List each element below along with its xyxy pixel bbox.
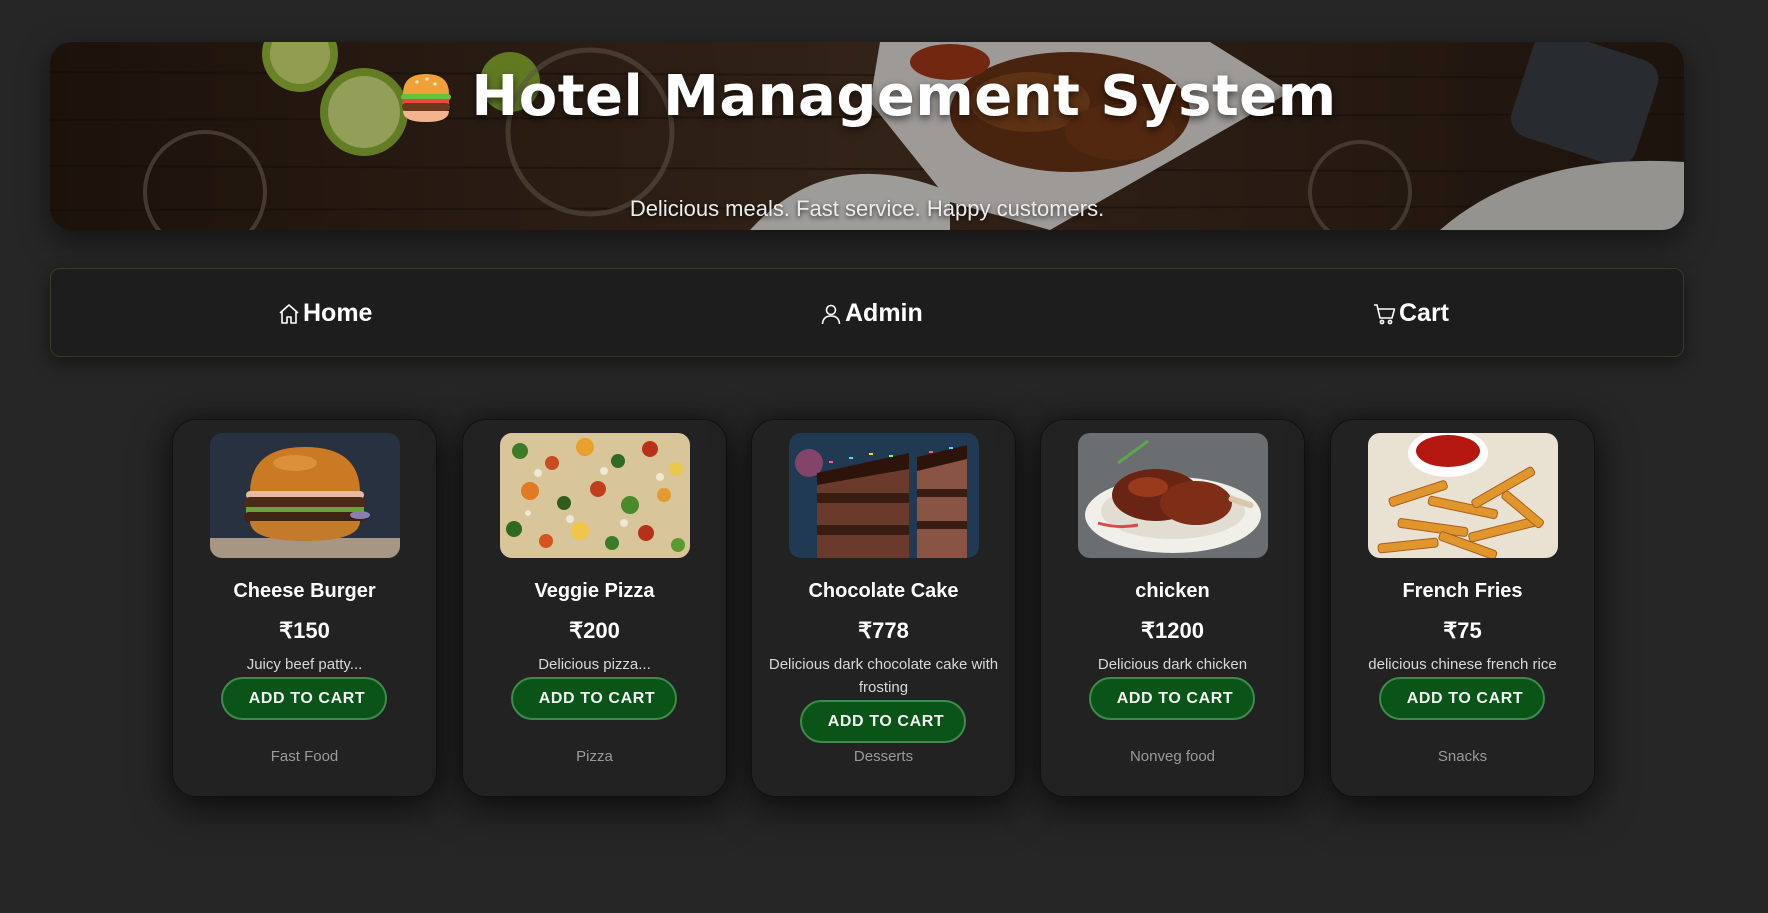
product-card: Chocolate Cake ₹778 Delicious dark choco…	[751, 419, 1016, 797]
nav-cart-link[interactable]: Cart	[1373, 269, 1449, 358]
product-category: Fast Food	[270, 748, 339, 765]
cheese-burger-image	[210, 433, 400, 558]
main-navigation: Home Admin Cart	[50, 268, 1684, 357]
hero-subtitle: Delicious meals. Fast service. Happy cus…	[629, 196, 1105, 221]
product-card: Veggie Pizza ₹200 Delicious pizza... ADD…	[462, 419, 727, 797]
chicken-image	[1078, 433, 1268, 558]
product-card: chicken ₹1200 Delicious dark chicken ADD…	[1040, 419, 1305, 797]
add-to-cart-button[interactable]: ADD TO CART	[800, 700, 966, 743]
product-image	[210, 433, 400, 558]
cart-icon	[1374, 303, 1396, 324]
product-image	[1078, 433, 1268, 558]
page: Hotel Management System Delicious meals.…	[0, 0, 1768, 913]
burger-icon	[401, 73, 452, 122]
product-card: Cheese Burger ₹150 Juicy beef patty... A…	[172, 419, 437, 797]
product-image	[500, 433, 690, 558]
nav-cart-label: Cart	[1399, 299, 1450, 327]
product-description: Delicious pizza...	[538, 656, 651, 673]
product-price: ₹150	[279, 618, 330, 643]
nav-admin-link[interactable]: Admin	[819, 269, 923, 358]
product-name: Veggie Pizza	[534, 580, 655, 602]
product-card: French Fries ₹75 delicious chinese frenc…	[1330, 419, 1595, 797]
product-price: ₹75	[1443, 618, 1482, 643]
product-name: Cheese Burger	[233, 580, 376, 602]
add-to-cart-button[interactable]: ADD TO CART	[221, 677, 387, 720]
chocolate-cake-image	[789, 433, 979, 558]
product-description: Delicious dark chicken	[1097, 656, 1248, 673]
nav-home-link[interactable]: Home	[277, 269, 372, 358]
user-icon	[821, 304, 841, 324]
product-name: Chocolate Cake	[808, 580, 959, 602]
veggie-pizza-image	[500, 433, 690, 558]
french-fries-image	[1368, 433, 1558, 558]
hero-title-row: Hotel Management System	[50, 64, 1684, 129]
product-grid: Cheese Burger ₹150 Juicy beef patty... A…	[0, 419, 1768, 797]
product-category: Desserts	[853, 748, 914, 765]
nav-admin-label: Admin	[845, 299, 923, 327]
product-description: Delicious dark chocolate cake with frost…	[768, 656, 999, 696]
nav-home-label: Home	[303, 299, 373, 327]
add-to-cart-button[interactable]: ADD TO CART	[1089, 677, 1255, 720]
product-image	[789, 433, 979, 558]
home-icon	[279, 303, 299, 324]
add-to-cart-button[interactable]: ADD TO CART	[1379, 677, 1545, 720]
add-to-cart-button[interactable]: ADD TO CART	[511, 677, 677, 720]
product-image	[1368, 433, 1558, 558]
product-description: Juicy beef patty...	[246, 656, 363, 673]
product-name: chicken	[1135, 580, 1210, 602]
product-price: ₹778	[858, 618, 909, 643]
product-name: French Fries	[1402, 580, 1523, 602]
product-description: delicious chinese french rice	[1368, 656, 1557, 673]
product-price: ₹200	[569, 618, 620, 643]
product-category: Nonveg food	[1129, 748, 1216, 765]
product-price: ₹1200	[1141, 618, 1204, 643]
product-category: Pizza	[576, 748, 613, 765]
hero-banner: Hotel Management System Delicious meals.…	[50, 42, 1684, 230]
page-title: Hotel Management System	[471, 64, 1337, 129]
product-category: Snacks	[1437, 748, 1488, 765]
